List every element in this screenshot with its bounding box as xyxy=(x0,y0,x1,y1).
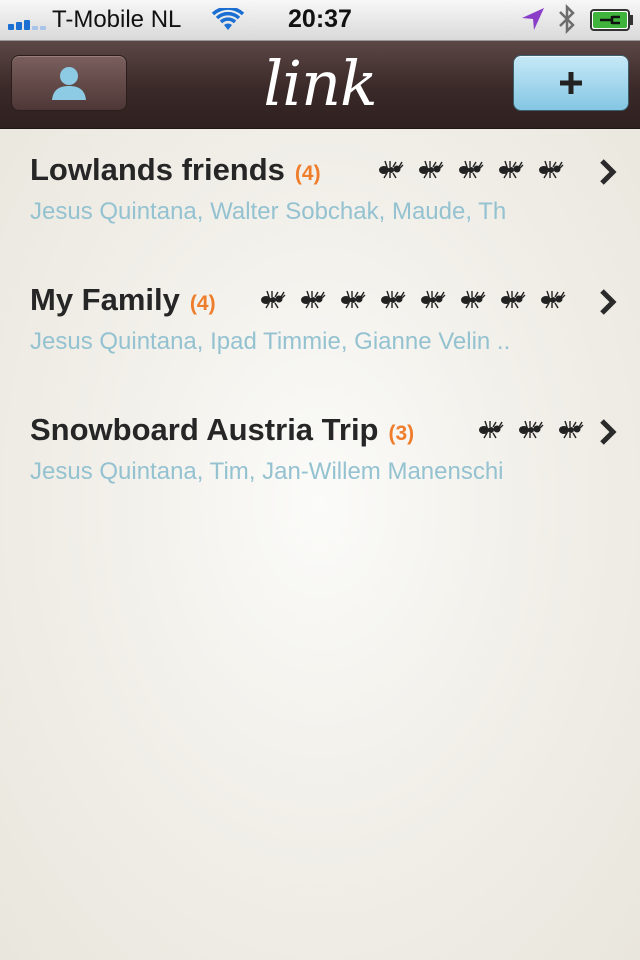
group-row[interactable]: Lowlands friends (4) Jesus Quintana, Walt… xyxy=(0,129,640,249)
ant-icon xyxy=(460,289,486,314)
groups-list: Lowlands friends (4) Jesus Quintana, Walt… xyxy=(0,129,640,960)
member-count: (4) xyxy=(189,292,216,315)
ant-icon xyxy=(340,289,366,314)
member-count: (4) xyxy=(294,162,321,185)
ant-icon xyxy=(538,159,564,184)
group-row[interactable]: Snowboard Austria Trip (3) Jesus Quintana… xyxy=(0,389,640,509)
ant-icon xyxy=(500,289,526,314)
ant-icon xyxy=(540,289,566,314)
group-title: My Family (4) xyxy=(30,281,216,323)
chevron-right-icon xyxy=(600,419,617,445)
ant-icon xyxy=(478,419,504,444)
chevron-right-icon xyxy=(600,159,617,185)
group-name: Snowboard Austria Trip xyxy=(30,412,379,447)
ant-icon xyxy=(458,159,484,184)
add-group-button[interactable] xyxy=(513,55,629,111)
ant-icon xyxy=(420,289,446,314)
chevron-right-icon xyxy=(600,289,617,315)
plus-icon xyxy=(560,72,582,94)
group-name: My Family xyxy=(30,282,180,317)
ant-icon xyxy=(558,419,584,444)
ant-icon xyxy=(518,419,544,444)
member-count: (3) xyxy=(388,422,415,445)
bluetooth-icon xyxy=(559,4,575,34)
ant-icon xyxy=(418,159,444,184)
group-title: Lowlands friends (4) xyxy=(30,151,321,193)
ant-icon xyxy=(300,289,326,314)
navigation-bar: link xyxy=(0,41,640,129)
group-name: Lowlands friends xyxy=(30,152,285,187)
ant-icon xyxy=(378,159,404,184)
status-bar: T-Mobile NL 20:37 xyxy=(0,0,640,41)
group-members: Jesus Quintana, Tim, Jan-Willem Manensch… xyxy=(30,458,504,485)
group-members: Jesus Quintana, Ipad Timmie, Gianne Veli… xyxy=(30,328,511,355)
location-arrow-icon xyxy=(522,8,544,30)
ant-icon xyxy=(498,159,524,184)
group-title: Snowboard Austria Trip (3) xyxy=(30,411,414,453)
ant-icon xyxy=(380,289,406,314)
group-row[interactable]: My Family (4) Jesus Quintana, Ipad Timmie… xyxy=(0,259,640,379)
ant-icon xyxy=(260,289,286,314)
group-members: Jesus Quintana, Walter Sobchak, Maude, T… xyxy=(30,198,507,225)
battery-charging-icon xyxy=(590,9,633,31)
